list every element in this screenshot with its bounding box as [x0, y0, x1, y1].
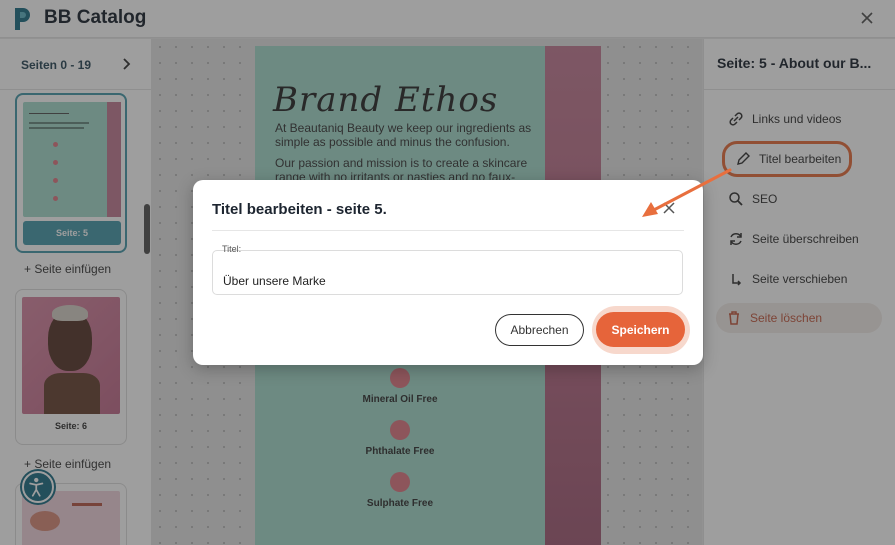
title-field-label: Titel:: [222, 244, 242, 254]
save-button[interactable]: Speichern: [596, 312, 685, 347]
edit-title-dialog: Titel bearbeiten - seite 5. Titel: Abbre…: [193, 180, 703, 365]
cancel-button[interactable]: Abbrechen: [495, 314, 584, 346]
title-input[interactable]: [212, 250, 683, 295]
divider: [212, 230, 684, 231]
dialog-title: Titel bearbeiten - seite 5.: [212, 201, 387, 218]
close-icon[interactable]: [662, 201, 676, 215]
